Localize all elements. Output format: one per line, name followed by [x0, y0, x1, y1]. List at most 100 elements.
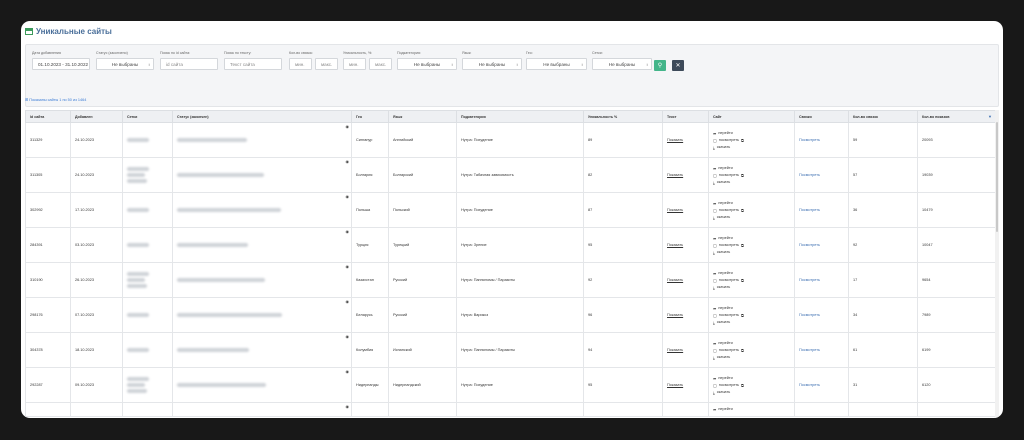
open-link[interactable]: ➦ перейти	[713, 200, 794, 207]
uniq-min-input[interactable]: мин.	[343, 58, 366, 70]
status-select[interactable]: Не выбраны	[96, 58, 154, 70]
copy-icon[interactable]: ⧉	[741, 312, 744, 319]
view-links-link[interactable]: Посмотреть	[799, 243, 820, 247]
copy-icon[interactable]: ⧉	[741, 382, 744, 389]
view-link[interactable]: ▢ посмотреть ⧉	[713, 137, 794, 144]
download-link[interactable]: ⤓ скачать	[713, 284, 794, 291]
eye-icon[interactable]: ◉	[346, 159, 350, 164]
open-link[interactable]: ➦ перейти	[713, 375, 794, 382]
date-range-input[interactable]: 01.10.2023 - 31.10.2022	[32, 58, 90, 70]
download-link[interactable]: ⤓ скачать	[713, 319, 794, 326]
geo-label: Гео:	[526, 51, 533, 55]
open-link[interactable]: ➦ перейти	[713, 235, 794, 242]
view-links-link[interactable]: Посмотреть	[799, 383, 820, 387]
uniq-max-input[interactable]: макс.	[369, 58, 392, 70]
view-link[interactable]: ▢ посмотреть ⧉	[713, 172, 794, 179]
view-link[interactable]: ▢ посмотреть ⧉	[713, 277, 794, 284]
search-id-input[interactable]: id сайта	[160, 58, 218, 70]
share-icon: ➦	[713, 165, 717, 171]
col-header[interactable]: Подкатегория	[456, 110, 584, 123]
search-text-input[interactable]: Текст сайта	[224, 58, 282, 70]
col-header[interactable]: Связки	[794, 110, 849, 123]
show-text-link[interactable]: Показать	[667, 243, 683, 247]
col-header[interactable]: Язык	[388, 110, 457, 123]
copy-icon[interactable]: ⧉	[741, 347, 744, 354]
col-header[interactable]: Текст	[662, 110, 709, 123]
copy-icon[interactable]: ⧉	[741, 277, 744, 284]
open-link[interactable]: ➦ перейти	[713, 340, 794, 347]
download-link[interactable]: ⤓ скачать	[713, 249, 794, 256]
lang-select[interactable]: Не выбраны	[462, 58, 522, 70]
open-link[interactable]: ➦ перейти	[713, 130, 794, 137]
copy-icon[interactable]: ⧉	[741, 242, 744, 249]
view-links-link[interactable]: Посмотреть	[799, 173, 820, 177]
download-link[interactable]: ⤓ скачать	[713, 354, 794, 361]
nets-select[interactable]: Не выбраны	[592, 58, 652, 70]
show-text-link[interactable]: Показать	[667, 313, 683, 317]
download-link[interactable]: ⤓ скачать	[713, 214, 794, 221]
filter-status: Статус (закончено) Не выбраны	[96, 51, 154, 70]
cell-subcat: Нутра: Похудение	[456, 192, 584, 228]
eye-icon[interactable]: ◉	[346, 229, 350, 234]
cell-added: 03.10.2023	[70, 227, 123, 263]
scrollbar-thumb[interactable]	[996, 122, 998, 232]
col-header[interactable]: Кол-во показов ▼	[917, 110, 995, 123]
cell-id: 292287	[25, 367, 71, 403]
view-link[interactable]: ▢ посмотреть ⧉	[713, 382, 794, 389]
cell-uniq: 95	[583, 227, 663, 263]
cell-links-count: 57	[848, 157, 918, 193]
view-links-link[interactable]: Посмотреть	[799, 313, 820, 317]
col-header[interactable]: Кол-во связок	[848, 110, 918, 123]
filter-uniq: Уникальность, %: мин. макс.	[343, 51, 393, 70]
download-link[interactable]: ⤓ скачать	[713, 179, 794, 186]
eye-icon[interactable]: ◉	[346, 194, 350, 199]
geo-select[interactable]: Не выбраны	[526, 58, 587, 70]
view-link[interactable]: ▢ посмотреть ⧉	[713, 242, 794, 249]
open-link[interactable]: ➦ перейти	[713, 165, 794, 172]
links-min-input[interactable]: мин.	[289, 58, 312, 70]
eye-icon[interactable]: ◉	[346, 334, 350, 339]
view-link[interactable]: ▢ посмотреть ⧉	[713, 207, 794, 214]
open-link[interactable]: ➦ перейти	[713, 270, 794, 277]
view-links-link[interactable]: Посмотреть	[799, 278, 820, 282]
cell-text: Показать	[662, 297, 709, 333]
view-links-link[interactable]: Посмотреть	[799, 138, 820, 142]
reset-button[interactable]: ✕	[672, 60, 684, 71]
copy-icon[interactable]: ⧉	[741, 172, 744, 179]
col-header[interactable]: Сетки	[122, 110, 173, 123]
show-text-link[interactable]: Показать	[667, 383, 683, 387]
col-header[interactable]: Сайт	[708, 110, 795, 123]
col-header[interactable]: Статус (закончен)	[172, 110, 352, 123]
eye-icon[interactable]: ◉	[346, 299, 350, 304]
show-text-link[interactable]: Показать	[667, 138, 683, 142]
col-header[interactable]: Id сайта	[25, 110, 71, 123]
copy-icon[interactable]: ⧉	[741, 207, 744, 214]
show-text-link[interactable]: Показать	[667, 278, 683, 282]
col-header[interactable]: Гео	[351, 110, 389, 123]
view-link[interactable]: ▢ посмотреть ⧉	[713, 312, 794, 319]
col-header[interactable]: Уникальность %	[583, 110, 663, 123]
eye-icon[interactable]: ◉	[346, 264, 350, 269]
open-link[interactable]: ➦ перейти	[713, 305, 794, 312]
download-icon: ⤓	[713, 144, 715, 150]
eye-icon[interactable]: ◉	[346, 124, 350, 129]
copy-icon[interactable]: ⧉	[741, 137, 744, 144]
blurred-text	[177, 208, 281, 212]
open-link[interactable]: ➦ перейти	[713, 406, 794, 413]
show-text-link[interactable]: Показать	[667, 208, 683, 212]
cell-views	[917, 402, 995, 417]
col-header[interactable]: Добавлен	[70, 110, 123, 123]
search-button[interactable]: ⚲	[654, 60, 666, 71]
view-links-link[interactable]: Посмотреть	[799, 208, 820, 212]
download-link[interactable]: ⤓ скачать	[713, 389, 794, 396]
show-text-link[interactable]: Показать	[667, 348, 683, 352]
subcat-select[interactable]: Не выбраны	[397, 58, 457, 70]
cell-uniq: 82	[583, 157, 663, 193]
show-text-link[interactable]: Показать	[667, 173, 683, 177]
view-links-link[interactable]: Посмотреть	[799, 348, 820, 352]
download-link[interactable]: ⤓ скачать	[713, 144, 794, 151]
eye-icon[interactable]: ◉	[346, 369, 350, 374]
links-max-input[interactable]: макс.	[315, 58, 338, 70]
view-link[interactable]: ▢ посмотреть ⧉	[713, 347, 794, 354]
eye-icon[interactable]: ◉	[346, 404, 350, 409]
